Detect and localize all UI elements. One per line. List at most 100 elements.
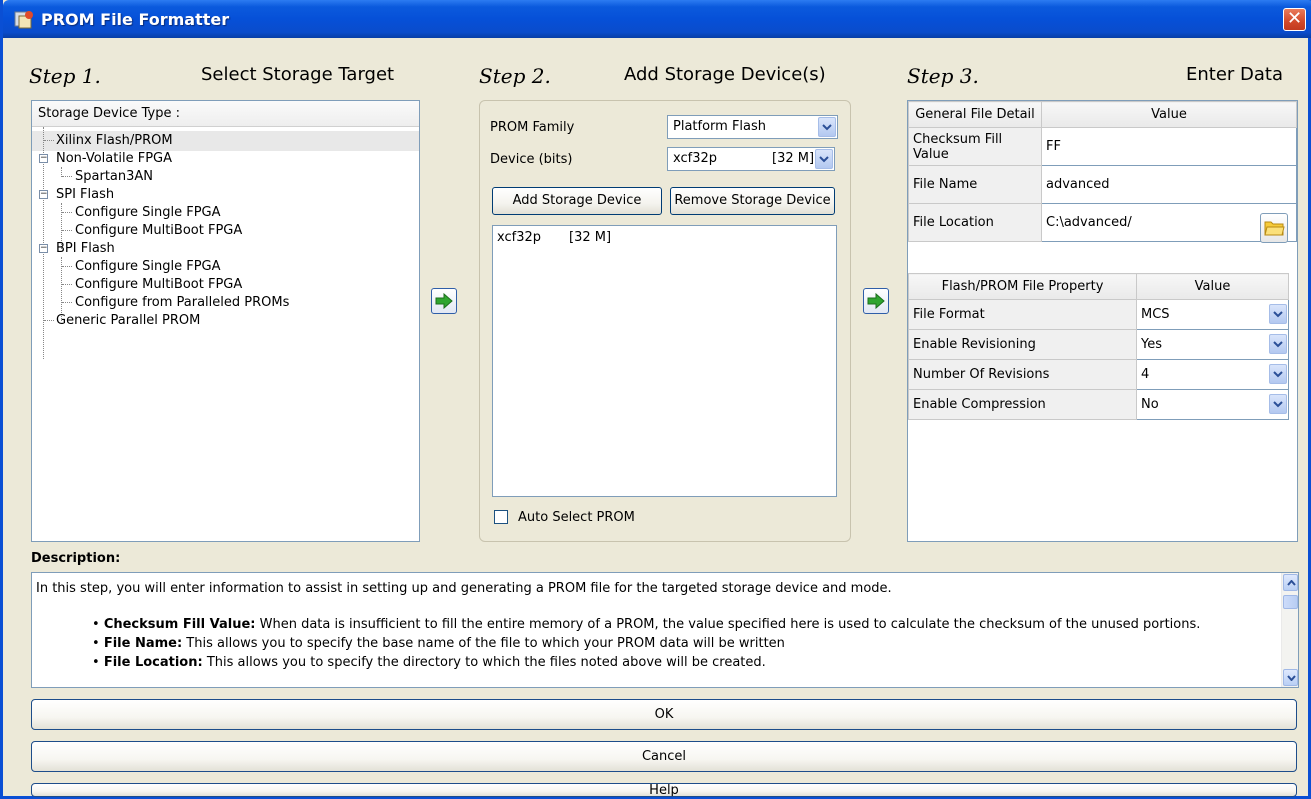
file-format-select[interactable]: MCS [1136, 299, 1289, 330]
file-location-cell: C:\advanced/ [1041, 203, 1297, 242]
file-name-label: File Name [908, 165, 1042, 204]
tree-connector [44, 320, 54, 321]
description-scrollbar[interactable] [1281, 573, 1298, 687]
prom-family-select[interactable]: Platform Flash [667, 115, 838, 139]
tree-connector [62, 284, 72, 285]
enable-revisioning-select[interactable]: Yes [1136, 329, 1289, 360]
enable-compression-value: No [1141, 397, 1159, 412]
close-icon: ✕ [1286, 8, 1303, 29]
scroll-down-button[interactable] [1283, 669, 1298, 686]
dropdown-button[interactable] [1269, 394, 1287, 414]
app-icon [14, 11, 33, 29]
storage-tree-panel: Storage Device Type : − − − Xilinx Flash… [31, 100, 420, 542]
dialog-window: PROM File Formatter ✕ Step 1. Select Sto… [0, 0, 1311, 799]
enable-revisioning-value: Yes [1141, 337, 1162, 352]
enter-data-panel: General File Detail Value Checksum Fill … [907, 100, 1298, 542]
tree-connector [44, 140, 54, 141]
enable-revisioning-label: Enable Revisioning [908, 329, 1137, 360]
description-bullet: • File Name: This allows you to specify … [92, 636, 785, 651]
remove-storage-device-button[interactable]: Remove Storage Device [670, 187, 835, 215]
bullet-term: File Location: [103, 655, 203, 670]
description-intro: In this step, you will enter information… [36, 581, 892, 596]
cancel-button[interactable]: Cancel [31, 741, 1297, 772]
bullet-term: File Name: [103, 636, 183, 651]
step2-heading: Step 2. Add Storage Device(s) [479, 64, 826, 88]
step2-label: Add Storage Device(s) [624, 64, 826, 85]
storage-tree[interactable]: − − − Xilinx Flash/PROM Non-Volatile FPG… [32, 127, 419, 541]
list-item-device-name: xcf32p [497, 230, 541, 245]
file-format-label: File Format [908, 299, 1137, 330]
tree-item-spi-configure-single-fpga[interactable]: Configure Single FPGA [75, 204, 221, 222]
tree-item-bpi-flash[interactable]: BPI Flash [56, 240, 115, 258]
auto-select-prom-checkbox[interactable] [494, 510, 508, 524]
chevron-down-icon [1273, 341, 1283, 348]
scroll-thumb[interactable] [1283, 595, 1298, 609]
tree-connector [62, 230, 72, 231]
tree-item-non-volatile-fpga[interactable]: Non-Volatile FPGA [56, 150, 172, 168]
file-name-input[interactable]: advanced [1041, 165, 1297, 204]
collapse-icon[interactable]: − [39, 154, 48, 163]
description-box[interactable]: In this step, you will enter information… [31, 572, 1299, 688]
list-item[interactable]: xcf32p [32 M] [497, 230, 827, 248]
dropdown-button[interactable] [815, 149, 833, 169]
close-button[interactable]: ✕ [1283, 8, 1306, 31]
tree-connector [62, 176, 72, 177]
tree-item-configure-from-paralleled-proms[interactable]: Configure from Paralleled PROMs [75, 294, 289, 312]
flash-prom-property-table: Flash/PROM File Property Value File Form… [908, 273, 1289, 420]
general-value-header: Value [1041, 101, 1297, 128]
right-arrow-icon [435, 293, 453, 309]
tree-item-bpi-configure-multiboot-fpga[interactable]: Configure MultiBoot FPGA [75, 276, 242, 294]
collapse-icon[interactable]: − [39, 244, 48, 253]
step3-label: Enter Data [1186, 64, 1284, 85]
tree-connector [62, 266, 72, 267]
list-item-device-size: [32 M] [569, 230, 612, 245]
tree-item-spi-configure-multiboot-fpga[interactable]: Configure MultiBoot FPGA [75, 222, 242, 240]
dropdown-button[interactable] [1269, 334, 1287, 354]
chevron-down-icon [1287, 675, 1296, 681]
tree-connector [62, 212, 72, 213]
number-of-revisions-select[interactable]: 4 [1136, 359, 1289, 390]
bullet-text: This allows you to specify the directory… [202, 655, 766, 670]
enable-compression-select[interactable]: No [1136, 389, 1289, 420]
bullet-text: This allows you to specify the base name… [182, 636, 785, 651]
step2-number: Step 2. [479, 64, 551, 88]
auto-select-prom-label[interactable]: Auto Select PROM [518, 510, 635, 525]
file-location-input[interactable]: C:\advanced/ [1046, 215, 1132, 230]
step1-number: Step 1. [29, 64, 101, 88]
storage-tree-header: Storage Device Type : [32, 101, 419, 127]
add-storage-device-button[interactable]: Add Storage Device [492, 187, 662, 215]
tree-item-spartan3an[interactable]: Spartan3AN [75, 168, 153, 186]
dropdown-button[interactable] [1269, 304, 1287, 324]
device-bits-name: xcf32p [673, 151, 717, 166]
next-step-arrow-button[interactable] [431, 288, 457, 314]
next-step-arrow-button[interactable] [863, 288, 889, 314]
chevron-down-icon [1273, 401, 1283, 408]
scroll-up-button[interactable] [1283, 574, 1298, 591]
flash-value-header: Value [1136, 273, 1289, 300]
device-bits-label: Device (bits) [490, 152, 573, 167]
storage-device-list[interactable]: xcf32p [32 M] [492, 225, 837, 497]
tree-item-spi-flash[interactable]: SPI Flash [56, 186, 114, 204]
tree-item-generic-parallel-prom[interactable]: Generic Parallel PROM [56, 312, 200, 330]
browse-folder-button[interactable] [1260, 213, 1288, 243]
device-bits-select[interactable]: xcf32p [32 M] [667, 147, 835, 171]
device-bits-size: [32 M] [772, 151, 815, 166]
storage-device-group: PROM Family Platform Flash Device (bits)… [479, 100, 851, 542]
chevron-down-icon [819, 156, 829, 163]
ok-button[interactable]: OK [31, 699, 1297, 730]
general-file-detail-table: General File Detail Value Checksum Fill … [908, 101, 1297, 242]
tree-item-xilinx-flash-prom[interactable]: Xilinx Flash/PROM [56, 132, 173, 150]
collapse-icon[interactable]: − [39, 190, 48, 199]
help-button[interactable]: Help [31, 783, 1297, 797]
checksum-fill-input[interactable]: FF [1041, 127, 1297, 166]
flash-property-header: Flash/PROM File Property [908, 273, 1137, 300]
prom-family-label: PROM Family [490, 120, 575, 135]
dropdown-button[interactable] [818, 117, 836, 137]
description-bullet: • Checksum Fill Value: When data is insu… [92, 617, 1201, 632]
chevron-up-icon [1287, 580, 1296, 586]
tree-item-bpi-configure-single-fpga[interactable]: Configure Single FPGA [75, 258, 221, 276]
bullet-text: When data is insufficient to fill the en… [255, 617, 1201, 632]
dropdown-button[interactable] [1269, 364, 1287, 384]
step3-number: Step 3. [907, 64, 979, 88]
title-bar[interactable]: PROM File Formatter ✕ [3, 0, 1311, 38]
